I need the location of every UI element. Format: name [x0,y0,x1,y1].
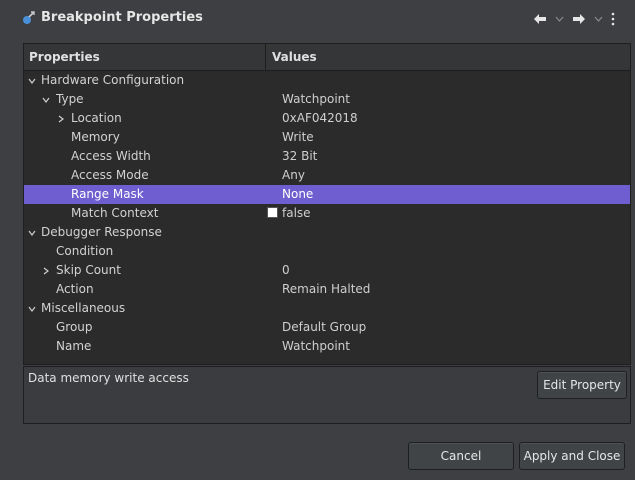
chevron-down-icon[interactable] [555,16,564,22]
tree-row-access-mode[interactable]: Access Mode Any [24,166,630,185]
back-button[interactable] [533,10,564,28]
forward-button[interactable] [572,10,603,28]
tree-row-label: Action [56,282,94,296]
tree-row-action[interactable]: Action Remain Halted [24,280,630,299]
tree-row-debugger-response[interactable]: Debugger Response [24,223,630,242]
tree-row-label: Condition [56,244,114,258]
kebab-menu-icon [611,12,615,26]
view-menu-button[interactable] [611,10,615,28]
chevron-down-icon[interactable] [594,16,603,22]
tree-row-label: Hardware Configuration [41,73,185,87]
tree-row-value: false [282,206,311,220]
tree-row-label: Range Mask [71,187,144,201]
tree-row-value: Any [282,168,305,182]
tree-row-label: Name [56,339,92,353]
chevron-right-icon[interactable] [55,109,67,128]
tree-row-group[interactable]: Group Default Group [24,318,630,337]
description-panel: Data memory write access Edit Property [23,366,631,424]
tree-row-label: Group [56,320,93,334]
arrow-right-icon [572,13,586,25]
title-bar: Breakpoint Properties [0,0,635,38]
arrow-left-icon [533,13,547,25]
column-header-values[interactable]: Values [272,44,317,70]
column-header-properties[interactable]: Properties [29,44,100,70]
tree-row-match-context[interactable]: Match Context false [24,204,630,223]
tree-row-value[interactable]: None [282,185,313,204]
tree-row-value: Remain Halted [282,282,371,296]
tree-row-label: Access Mode [71,168,149,182]
tree-row-value: Watchpoint [282,339,350,353]
breakpoint-properties-icon [21,10,37,26]
apply-and-close-button[interactable]: Apply and Close [519,442,625,470]
chevron-down-icon[interactable] [26,223,38,242]
tree-row-label: Location [71,111,122,125]
tree-row-access-width[interactable]: Access Width 32 Bit [24,147,630,166]
tree-row-label: Match Context [71,206,159,220]
chevron-down-icon[interactable] [26,71,38,90]
tree-row-label: Debugger Response [41,225,162,239]
tree-header: Properties Values [24,44,630,71]
property-description: Data memory write access [28,371,189,385]
chevron-down-icon[interactable] [40,90,52,109]
column-divider[interactable] [265,44,266,70]
tree-row-location[interactable]: Location 0xAF042018 [24,109,630,128]
tree-row-range-mask[interactable]: Range Mask None [24,185,630,204]
tree-row-value: Default Group [282,320,367,334]
tree-row-value: Watchpoint [282,92,350,106]
match-context-checkbox[interactable] [267,207,278,218]
dialog-title: Breakpoint Properties [41,10,203,25]
tree-row-label: Skip Count [56,263,121,277]
chevron-right-icon[interactable] [40,261,52,280]
tree-row-value: 0 [282,263,290,277]
tree-row-label: Access Width [71,149,151,163]
tree-row-value: 0xAF042018 [282,111,358,125]
tree-row-skip-count[interactable]: Skip Count 0 [24,261,630,280]
tree-row-label: Miscellaneous [41,301,126,315]
tree-row-type[interactable]: Type Watchpoint [24,90,630,109]
chevron-down-icon[interactable] [26,299,38,318]
properties-tree[interactable]: Properties Values Hardware Configuration… [23,43,631,365]
tree-row-label: Memory [71,130,120,144]
edit-property-button[interactable]: Edit Property [537,371,627,399]
tree-row-name[interactable]: Name Watchpoint [24,337,630,356]
tree-row-condition[interactable]: Condition [24,242,630,261]
tree-row-miscellaneous[interactable]: Miscellaneous [24,299,630,318]
cancel-button[interactable]: Cancel [408,442,514,470]
tree-row-label: Type [56,92,84,106]
tree-row-value: 32 Bit [282,149,318,163]
tree-row-hardware-configuration[interactable]: Hardware Configuration [24,71,630,90]
tree-row-value: Write [282,130,314,144]
tree-row-memory[interactable]: Memory Write [24,128,630,147]
